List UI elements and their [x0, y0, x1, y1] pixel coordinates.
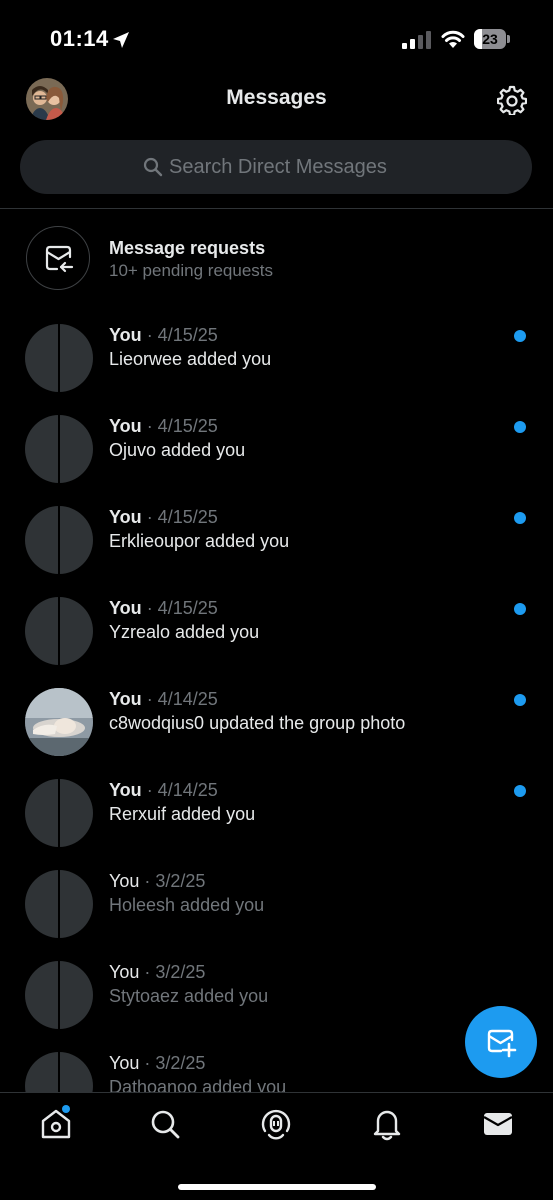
conversation-date: · 3/2/25	[144, 1053, 206, 1073]
conversation-sender: You	[109, 962, 140, 982]
search-bar[interactable]	[20, 140, 532, 194]
conversation-row[interactable]: You · 4/15/25 Ojuvo added you	[0, 406, 553, 497]
new-message-icon	[487, 1029, 517, 1058]
battery-icon: 23	[474, 29, 510, 49]
conversation-preview: Stytoaez added you	[109, 986, 269, 1006]
conversation-sender: You	[109, 507, 142, 527]
conversation-preview: Holeesh added you	[109, 895, 265, 915]
explore-search-icon[interactable]	[148, 1107, 182, 1141]
group-photo-avatar	[25, 688, 93, 756]
conversation-row[interactable]: You · 4/15/25 Yzrealo added you	[0, 588, 553, 679]
unread-indicator	[514, 785, 526, 797]
message-requests-row[interactable]: Message requests 10+ pending requests	[0, 216, 553, 304]
spaces-icon[interactable]	[259, 1107, 293, 1141]
status-bar: 01:14 23	[0, 0, 553, 80]
unread-indicator	[514, 421, 526, 433]
cellular-signal-icon	[402, 31, 431, 49]
message-requests-avatar	[26, 226, 90, 290]
group-avatar	[25, 961, 93, 1029]
status-time: 01:14	[50, 26, 109, 51]
conversation-row[interactable]: You · 4/15/25 Erklieoupor added you	[0, 497, 553, 588]
unread-indicator	[514, 512, 526, 524]
conversation-date: · 4/15/25	[146, 507, 218, 527]
conversation-date: · 4/14/25	[146, 689, 218, 709]
conversation-sender: You	[109, 325, 142, 345]
new-message-button[interactable]	[465, 1006, 537, 1078]
conversation-preview: c8wodqius0 updated the group photo	[109, 713, 406, 733]
conversation-row[interactable]: You · 4/14/25 Rerxuif added you	[0, 770, 553, 861]
conversation-row[interactable]: You · 4/15/25 Lieorwee added you	[0, 315, 553, 406]
wifi-icon	[441, 30, 465, 48]
group-avatar	[25, 324, 93, 392]
conversation-date: · 4/15/25	[146, 598, 218, 618]
conversation-sender: You	[109, 416, 142, 436]
unread-indicator	[514, 330, 526, 342]
conversation-date: · 3/2/25	[144, 962, 206, 982]
group-avatar	[25, 415, 93, 483]
search-icon	[143, 157, 163, 177]
page-title: Messages	[226, 86, 327, 109]
conversation-sender: You	[109, 598, 142, 618]
group-avatar	[25, 779, 93, 847]
conversation-preview: Yzrealo added you	[109, 622, 260, 642]
conversation-date: · 4/15/25	[146, 416, 218, 436]
conversation-date: · 4/15/25	[146, 325, 218, 345]
conversation-row[interactable]: You · 3/2/25 Holeesh added you	[0, 861, 553, 952]
messages-envelope-icon[interactable]	[481, 1107, 515, 1141]
conversation-list: You · 4/15/25 Lieorwee added you You · 4…	[0, 315, 553, 1134]
home-indicator	[178, 1184, 376, 1190]
conversation-sender: You	[109, 689, 142, 709]
conversation-preview: Erklieoupor added you	[109, 531, 290, 551]
location-arrow-icon	[113, 32, 129, 48]
conversation-sender: You	[109, 780, 142, 800]
group-avatar	[25, 597, 93, 665]
settings-gear-icon[interactable]	[497, 85, 527, 115]
conversation-preview: Rerxuif added you	[109, 804, 256, 824]
divider	[0, 208, 553, 209]
conversation-sender: You	[109, 871, 140, 891]
conversation-preview: Ojuvo added you	[109, 440, 246, 460]
battery-level: 23	[482, 31, 498, 47]
conversation-preview: Lieorwee added you	[109, 349, 272, 369]
header: Messages	[0, 72, 553, 128]
message-requests-title: Message requests	[109, 238, 266, 258]
group-avatar	[25, 870, 93, 938]
message-requests-subtitle: 10+ pending requests	[109, 261, 273, 280]
unread-indicator	[514, 694, 526, 706]
group-avatar	[25, 506, 93, 574]
unread-indicator	[514, 603, 526, 615]
envelope-arrow-icon	[45, 245, 74, 273]
conversation-date: · 4/14/25	[146, 780, 218, 800]
conversation-sender: You	[109, 1053, 140, 1073]
conversation-date: · 3/2/25	[144, 871, 206, 891]
home-notification-dot	[62, 1105, 70, 1113]
search-input[interactable]	[169, 155, 409, 179]
conversation-row[interactable]: You · 4/14/25 c8wodqius0 updated the gro…	[0, 679, 553, 770]
notifications-bell-icon[interactable]	[370, 1107, 404, 1141]
